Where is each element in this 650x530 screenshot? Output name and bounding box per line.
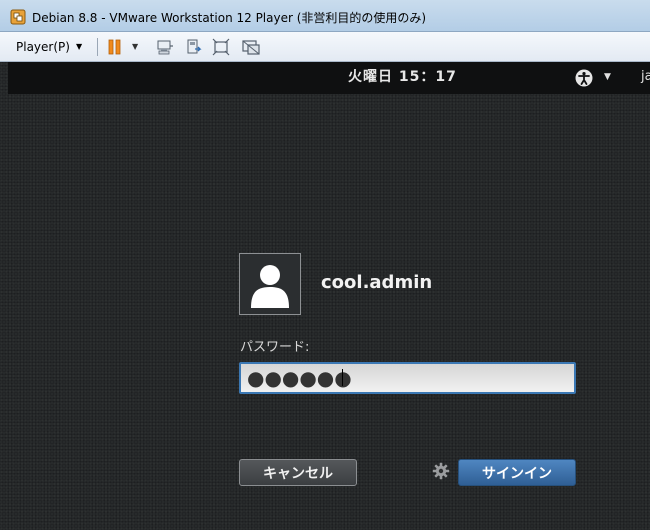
removable-devices-icon (187, 39, 202, 53)
player-menu-label: Player(P) (16, 39, 70, 54)
password-value: ●●●●●● (247, 366, 352, 390)
fullscreen-button[interactable] (212, 32, 230, 61)
fullscreen-icon (212, 38, 230, 55)
chevron-down-icon: ▼ (132, 42, 139, 51)
password-label: パスワード: (240, 340, 310, 355)
unity-button[interactable] (241, 32, 261, 61)
text-cursor (342, 369, 343, 386)
unity-icon (242, 39, 260, 55)
removable-devices-button[interactable] (185, 32, 203, 61)
pause-button[interactable] (108, 32, 122, 61)
accessibility-icon[interactable] (575, 69, 593, 87)
cancel-button[interactable]: キャンセル (239, 459, 357, 486)
username-label: cool.admin (321, 272, 433, 293)
chevron-down-icon: ▼ (75, 42, 83, 51)
language-indicator[interactable]: ja (641, 62, 650, 94)
clock[interactable]: 火曜日 15：17 (348, 62, 457, 94)
send-ctrl-alt-del-button[interactable] (156, 32, 174, 61)
signin-button[interactable]: サインイン (458, 459, 576, 486)
power-options-dropdown[interactable]: ▼ (132, 32, 138, 61)
window-titlebar: Debian 8.8 - VMware Workstation 12 Playe… (0, 0, 650, 32)
user-avatar-icon (251, 265, 289, 308)
session-gear-icon[interactable] (432, 462, 450, 480)
avatar (239, 253, 301, 315)
chevron-down-icon[interactable]: ▼ (604, 62, 611, 94)
toolbar-separator (97, 38, 98, 56)
guest-screen[interactable]: 火曜日 15：17 ▼ ja cool.admin パスワード: ●●●●●● … (0, 62, 650, 530)
player-menu-button[interactable]: Player(P) ▼ (16, 32, 82, 61)
password-field[interactable]: ●●●●●● (239, 362, 576, 394)
vm-toolbar: Player(P) ▼ ▼ (0, 32, 650, 62)
pause-icon (108, 39, 121, 54)
window-title: Debian 8.8 - VMware Workstation 12 Playe… (32, 11, 427, 25)
gnome-top-bar: 火曜日 15：17 ▼ ja (8, 62, 650, 94)
vmware-player-icon (10, 9, 26, 25)
send-ctrl-alt-del-icon (157, 40, 173, 54)
